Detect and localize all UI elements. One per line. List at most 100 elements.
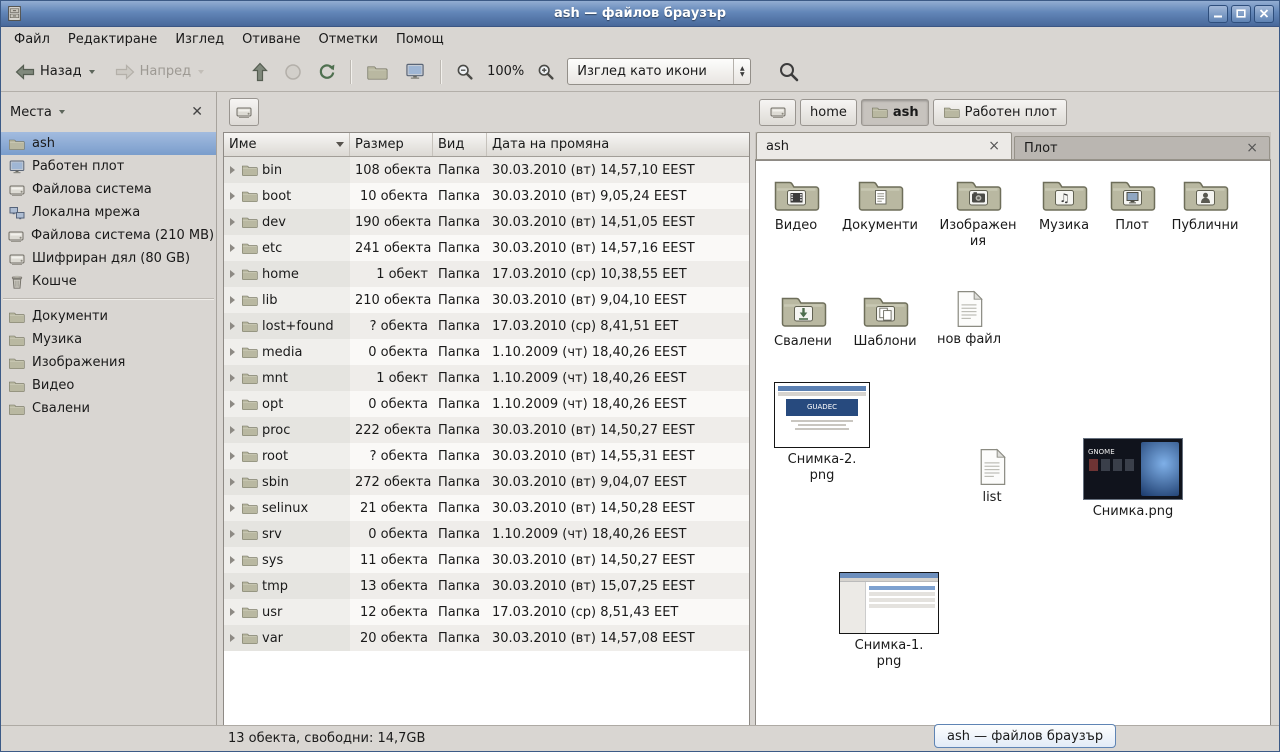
reload-button[interactable] — [312, 59, 342, 85]
sidebar-item-video[interactable]: Видео — [1, 374, 216, 397]
expander-icon[interactable] — [230, 166, 235, 174]
sidebar-item-pictures[interactable]: Изображения — [1, 351, 216, 374]
icon-view-item-snimka-1[interactable]: Снимка-1.png — [837, 572, 941, 670]
column-header-date[interactable]: Дата на промяна — [487, 133, 749, 156]
sidebar-item-encrypted-80gb[interactable]: Шифриран дял (80 GB) — [1, 247, 216, 270]
icon-view-item-music[interactable]: ♫Музика — [1024, 174, 1104, 234]
expander-icon[interactable] — [230, 452, 235, 460]
icon-view-item-desktop[interactable]: Плот — [1097, 174, 1167, 234]
menu-file[interactable]: Файл — [5, 29, 59, 50]
menu-go[interactable]: Отиване — [233, 29, 309, 50]
search-button[interactable] — [775, 58, 803, 86]
column-header-name[interactable]: Име — [224, 133, 350, 156]
tab-close-icon[interactable]: × — [1244, 141, 1260, 155]
expander-icon[interactable] — [230, 556, 235, 564]
expander-icon[interactable] — [230, 400, 235, 408]
expander-icon[interactable] — [230, 530, 235, 538]
sidebar-item-trash[interactable]: Кошче — [1, 270, 216, 293]
icon-view-item-snimka-2[interactable]: GUADECСнимка-2.png — [770, 382, 874, 484]
tab-desktop[interactable]: Плот× — [1014, 136, 1270, 159]
list-row-lib[interactable]: lib210 обектаПапка30.03.2010 (вт) 9,04,1… — [224, 287, 749, 313]
up-button[interactable] — [246, 58, 274, 86]
expander-icon[interactable] — [230, 244, 235, 252]
expander-icon[interactable] — [230, 478, 235, 486]
menu-view[interactable]: Изглед — [166, 29, 233, 50]
list-row-proc[interactable]: proc222 обектаПапка30.03.2010 (вт) 14,50… — [224, 417, 749, 443]
sidebar-item-filesystem-210mb[interactable]: Файлова система (210 MB) — [1, 224, 216, 247]
expander-icon[interactable] — [230, 608, 235, 616]
computer-button[interactable] — [398, 58, 432, 85]
back-button[interactable]: Назад — [9, 60, 101, 84]
list-row-mnt[interactable]: mnt1 обектПапка1.10.2009 (чт) 18,40,26 E… — [224, 365, 749, 391]
column-header-size[interactable]: Размер — [350, 133, 433, 156]
list-row-selinux[interactable]: selinux21 обектаПапка30.03.2010 (вт) 14,… — [224, 495, 749, 521]
column-header-type[interactable]: Вид — [433, 133, 487, 156]
expander-icon[interactable] — [230, 322, 235, 330]
sidebar-item-documents[interactable]: Документи — [1, 305, 216, 328]
icon-view-item-snimka[interactable]: GNOMEСнимка.png — [1078, 438, 1188, 520]
menu-edit[interactable]: Редактиране — [59, 29, 166, 50]
close-button[interactable] — [1254, 5, 1274, 23]
breadcrumb-root-button[interactable] — [759, 99, 796, 126]
view-mode-select[interactable]: Изглед като икони ▲▼ — [567, 58, 751, 85]
list-row-srv[interactable]: srv0 обектаПапка1.10.2009 (чт) 18,40,26 … — [224, 521, 749, 547]
tab-ash[interactable]: ash× — [756, 132, 1012, 159]
breadcrumb-home-button[interactable]: home — [800, 99, 857, 126]
icon-view-item-public[interactable]: Публични — [1163, 174, 1247, 234]
back-history-dropdown-icon[interactable] — [89, 70, 95, 74]
list-row-root[interactable]: root? обектаПапка30.03.2010 (вт) 14,55,3… — [224, 443, 749, 469]
list-row-lost+found[interactable]: lost+found? обектаПапка17.03.2010 (ср) 8… — [224, 313, 749, 339]
expander-icon[interactable] — [230, 218, 235, 226]
sidebar-item-music[interactable]: Музика — [1, 328, 216, 351]
list-row-bin[interactable]: bin108 обектаПапка30.03.2010 (вт) 14,57,… — [224, 157, 749, 183]
icon-view-item-new-file[interactable]: нов файл — [929, 290, 1009, 348]
sidebar-title-dropdown[interactable]: Места — [10, 105, 65, 120]
icon-view-item-pictures[interactable]: Изображения — [938, 174, 1018, 250]
sidebar-item-ash[interactable]: ash — [1, 132, 216, 155]
breadcrumb-desktop-button[interactable]: Работен плот — [933, 99, 1067, 126]
list-row-usr[interactable]: usr12 обектаПапка17.03.2010 (ср) 8,51,43… — [224, 599, 749, 625]
zoom-level[interactable]: 100% — [480, 64, 531, 79]
forward-button[interactable]: Напред — [109, 60, 210, 84]
icon-view-item-downloads[interactable]: Свалени — [761, 290, 845, 350]
expander-icon[interactable] — [230, 426, 235, 434]
expander-icon[interactable] — [230, 504, 235, 512]
expander-icon[interactable] — [230, 582, 235, 590]
sidebar-item-filesystem[interactable]: Файлова система — [1, 178, 216, 201]
expander-icon[interactable] — [230, 634, 235, 642]
icon-view-item-templates[interactable]: Шаблони — [845, 290, 925, 350]
list-row-sys[interactable]: sys11 обектаПапка30.03.2010 (вт) 14,50,2… — [224, 547, 749, 573]
sidebar-close-icon[interactable]: ✕ — [187, 103, 207, 121]
root-location-button[interactable] — [229, 98, 259, 126]
expander-icon[interactable] — [230, 348, 235, 356]
minimize-button[interactable] — [1208, 5, 1228, 23]
sidebar-item-network[interactable]: Локална мрежа — [1, 201, 216, 224]
expander-icon[interactable] — [230, 192, 235, 200]
tab-close-icon[interactable]: × — [986, 139, 1002, 153]
expander-icon[interactable] — [230, 296, 235, 304]
list-row-dev[interactable]: dev190 обектаПапка30.03.2010 (вт) 14,51,… — [224, 209, 749, 235]
zoom-in-button[interactable] — [531, 59, 561, 85]
icon-view-item-list[interactable]: list — [962, 448, 1022, 506]
menu-bookmarks[interactable]: Отметки — [309, 29, 386, 50]
list-row-opt[interactable]: opt0 обектаПапка1.10.2009 (чт) 18,40,26 … — [224, 391, 749, 417]
expander-icon[interactable] — [230, 374, 235, 382]
home-button[interactable] — [360, 59, 394, 85]
icon-view-item-documents[interactable]: Документи — [837, 174, 923, 234]
expander-icon[interactable] — [230, 270, 235, 278]
titlebar[interactable]: ash — файлов браузър — [1, 1, 1279, 27]
list-row-sbin[interactable]: sbin272 обектаПапка30.03.2010 (вт) 9,04,… — [224, 469, 749, 495]
list-row-media[interactable]: media0 обектаПапка1.10.2009 (чт) 18,40,2… — [224, 339, 749, 365]
zoom-out-button[interactable] — [450, 59, 480, 85]
list-row-tmp[interactable]: tmp13 обектаПапка30.03.2010 (вт) 15,07,2… — [224, 573, 749, 599]
list-row-boot[interactable]: boot10 обектаПапка30.03.2010 (вт) 9,05,2… — [224, 183, 749, 209]
icon-view[interactable]: ВидеоДокументиИзображения♫МузикаПлотПубл… — [755, 160, 1271, 725]
view-mode-spinner-icon[interactable]: ▲▼ — [733, 59, 750, 84]
list-row-etc[interactable]: etc241 обектаПапка30.03.2010 (вт) 14,57,… — [224, 235, 749, 261]
icon-view-item-video[interactable]: Видео — [755, 174, 839, 234]
taskbar-window-button[interactable]: ash — файлов браузър — [934, 724, 1116, 748]
sidebar-item-desktop[interactable]: Работен плот — [1, 155, 216, 178]
breadcrumb-ash-button[interactable]: ash — [861, 99, 929, 126]
list-row-var[interactable]: var20 обектаПапка30.03.2010 (вт) 14,57,0… — [224, 625, 749, 651]
maximize-button[interactable] — [1231, 5, 1251, 23]
